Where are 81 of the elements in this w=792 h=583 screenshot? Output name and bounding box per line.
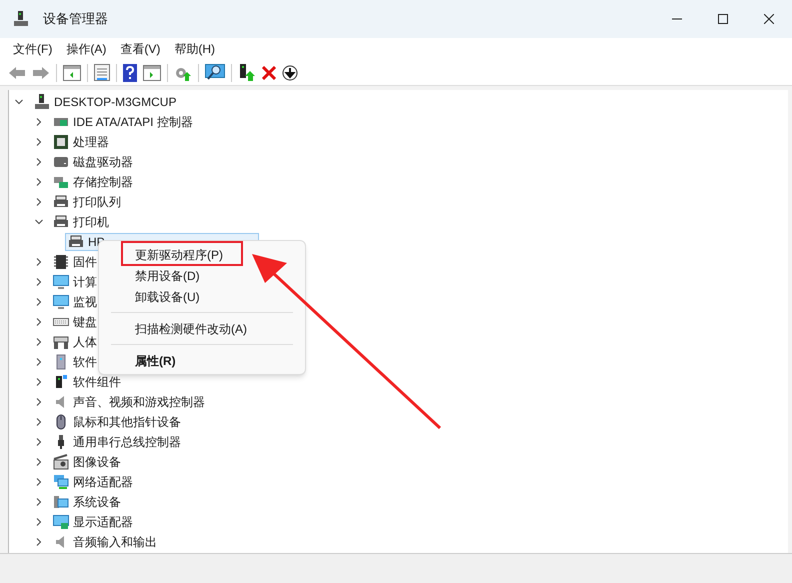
expand-chevron-icon[interactable] <box>35 378 43 386</box>
expand-chevron-icon[interactable] <box>35 498 43 506</box>
expand-chevron-icon[interactable] <box>35 258 43 266</box>
printer-icon <box>68 234 84 250</box>
collapse-chevron-icon[interactable] <box>35 218 43 226</box>
system-icon <box>53 494 69 510</box>
network-icon <box>53 474 69 490</box>
tree-item[interactable]: 通用串行总线控制器 <box>73 433 181 451</box>
menu-item[interactable]: 帮助(H) <box>169 40 220 58</box>
tree-item[interactable]: 处理器 <box>73 133 109 151</box>
tree-item[interactable]: IDE ATA/ATAPI 控制器 <box>73 113 193 131</box>
monitor-search-icon[interactable] <box>205 64 225 82</box>
chip-icon <box>53 254 69 270</box>
expand-chevron-icon[interactable] <box>35 398 43 406</box>
help-icon[interactable] <box>123 64 137 82</box>
printer-icon <box>53 214 69 230</box>
tree-item[interactable]: 系统设备 <box>73 493 121 511</box>
device-icon <box>53 374 69 390</box>
tree-item[interactable]: 软件 <box>73 353 97 371</box>
expand-chevron-icon[interactable] <box>35 118 43 126</box>
tree-item[interactable]: 网络适配器 <box>73 473 133 491</box>
window-title: 设备管理器 <box>43 10 108 28</box>
tree-item[interactable]: 人体 <box>73 333 97 351</box>
tree-item[interactable]: 监视 <box>73 293 97 311</box>
menu-item[interactable]: 禁用设备(D) <box>99 265 305 286</box>
camera-icon <box>53 454 69 470</box>
computer-icon <box>35 94 49 110</box>
device-update-icon[interactable] <box>238 64 256 82</box>
delete-icon[interactable] <box>262 66 276 80</box>
computer-icon <box>14 11 28 27</box>
tree-item[interactable]: 存储控制器 <box>73 173 133 191</box>
expand-chevron-icon[interactable] <box>35 458 43 466</box>
expand-chevron-icon[interactable] <box>35 538 43 546</box>
expand-chevron-icon[interactable] <box>35 438 43 446</box>
expand-chevron-icon[interactable] <box>35 298 43 306</box>
maximize-icon[interactable] <box>718 14 728 24</box>
properties-icon[interactable] <box>94 64 110 81</box>
expand-chevron-icon[interactable] <box>35 418 43 426</box>
tree-item[interactable]: 磁盘驱动器 <box>73 153 133 171</box>
close-icon[interactable] <box>764 14 774 24</box>
menu-item[interactable]: 卸载设备(U) <box>99 286 305 307</box>
forward-arrow-icon[interactable] <box>32 66 50 80</box>
collapse-chevron-icon[interactable] <box>15 98 23 106</box>
expand-chevron-icon[interactable] <box>35 358 43 366</box>
tree-item[interactable]: 打印机 <box>73 213 109 231</box>
tree-item[interactable]: 图像设备 <box>73 453 121 471</box>
tree-item[interactable]: 计算 <box>73 273 97 291</box>
storage-icon <box>53 174 69 190</box>
expand-chevron-icon[interactable] <box>35 138 43 146</box>
tree-item[interactable]: DESKTOP-M3GMCUP <box>54 93 176 111</box>
menu-item[interactable]: 扫描检测硬件改动(A) <box>99 318 305 339</box>
menu-item[interactable]: 查看(V) <box>115 40 166 58</box>
panel-icon[interactable] <box>63 64 81 80</box>
tree-item[interactable]: 固件 <box>73 253 97 271</box>
monitor-icon <box>53 294 69 310</box>
expand-chevron-icon[interactable] <box>35 278 43 286</box>
tree-item[interactable]: 打印队列 <box>73 193 121 211</box>
expand-chevron-icon[interactable] <box>35 518 43 526</box>
expand-chevron-icon[interactable] <box>35 178 43 186</box>
tree-item[interactable]: 音频输入和输出 <box>73 533 157 551</box>
download-icon[interactable] <box>282 64 298 80</box>
panel-icon[interactable] <box>143 64 161 80</box>
expand-chevron-icon[interactable] <box>35 338 43 346</box>
monitor-icon <box>53 274 69 290</box>
menu-item[interactable]: 文件(F) <box>8 40 58 58</box>
expand-chevron-icon[interactable] <box>35 318 43 326</box>
menu-item[interactable]: 操作(A) <box>61 40 112 58</box>
tree-item[interactable]: 键盘 <box>73 313 97 331</box>
chip-icon <box>53 134 69 150</box>
display-adapter-icon <box>53 514 69 530</box>
expand-chevron-icon[interactable] <box>35 158 43 166</box>
drive-icon <box>53 154 69 170</box>
tree-item[interactable]: 鼠标和其他指针设备 <box>73 413 181 431</box>
tree-item[interactable]: 软件组件 <box>73 373 121 391</box>
printer-icon <box>53 194 69 210</box>
expand-chevron-icon[interactable] <box>35 198 43 206</box>
tree-item[interactable]: 声音、视频和游戏控制器 <box>73 393 205 411</box>
expand-chevron-icon[interactable] <box>35 478 43 486</box>
back-arrow-icon[interactable] <box>8 66 26 80</box>
tree-item[interactable]: 显示适配器 <box>73 513 133 531</box>
menu-item[interactable]: 属性(R) <box>99 350 305 371</box>
